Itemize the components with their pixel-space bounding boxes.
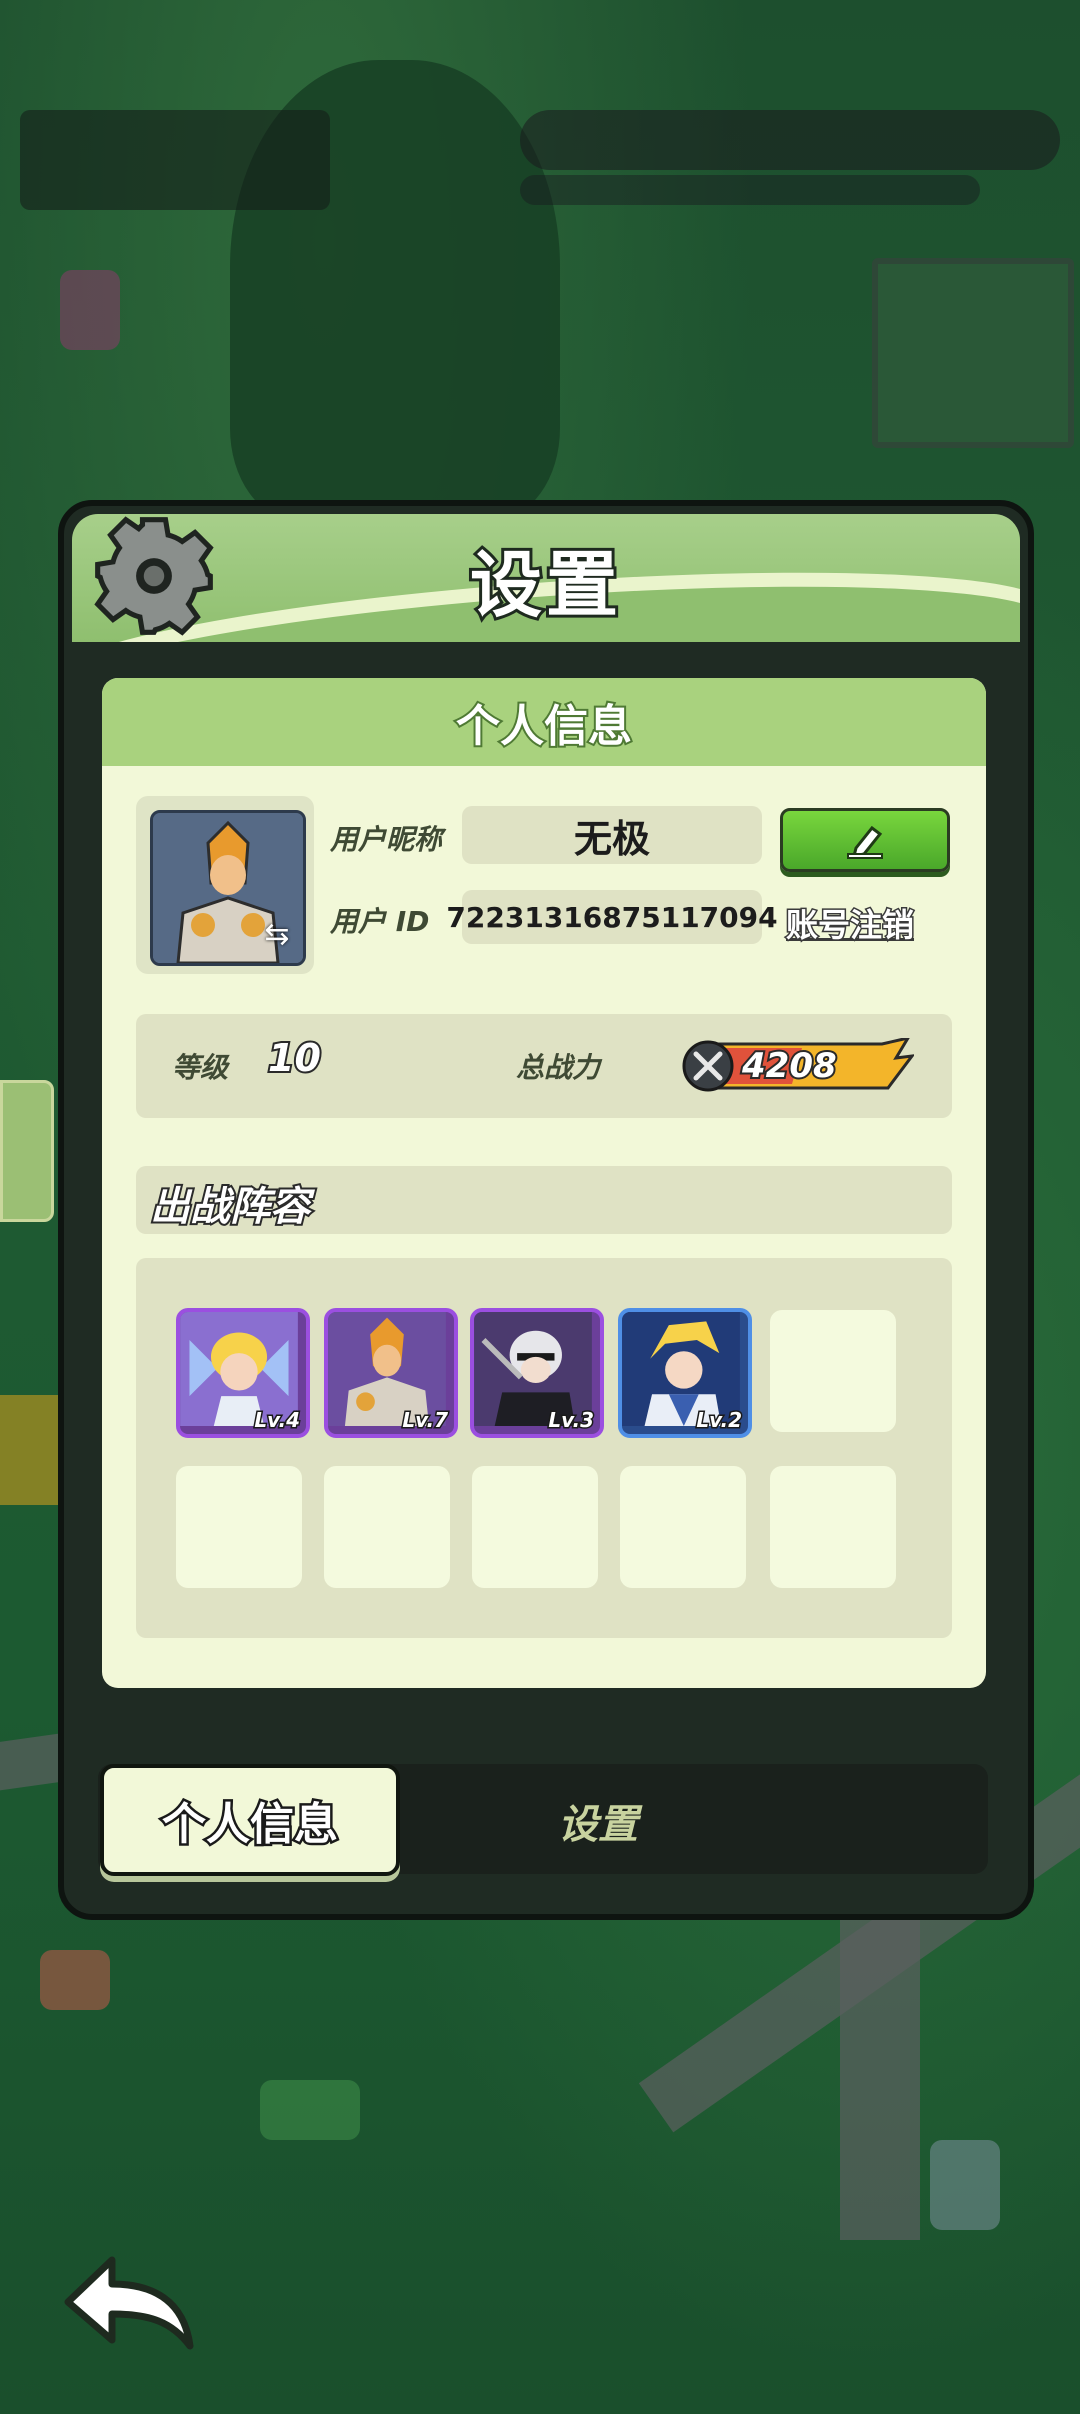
nickname-field: 无极: [462, 806, 762, 864]
lineup-slots: Lv.4 Lv.7 Lv.3 Lv.2: [136, 1258, 952, 1638]
hero-level: Lv.3: [547, 1407, 596, 1434]
settings-dialog: 设置 个人信息 ⇆ 用户昵称 无极 用户 ID 7223131687511709…: [58, 500, 1034, 1920]
user-id-label: 用户 ID: [330, 905, 430, 938]
user-id-value: 72231316875117094: [446, 900, 778, 934]
stats-row: 等级 10 总战力 4208: [136, 1014, 952, 1118]
power-badge: 4208: [682, 1038, 914, 1094]
empty-slot[interactable]: [770, 1310, 896, 1432]
nickname-label: 用户昵称: [330, 823, 443, 856]
resource-bar: [520, 110, 1060, 170]
avatar[interactable]: ⇆: [150, 810, 306, 966]
profile-section-title: 个人信息: [454, 699, 634, 754]
hero-level: Lv.7: [401, 1407, 450, 1434]
minimap: [872, 258, 1074, 448]
profile-section-header: 个人信息: [102, 678, 986, 766]
power-value: 4208: [740, 1044, 839, 1088]
tab-settings-label: 设置: [558, 1802, 638, 1848]
level-label: 等级: [172, 1051, 229, 1084]
power-label: 总战力: [516, 1051, 601, 1084]
hero-slot-1[interactable]: Lv.4: [176, 1308, 310, 1438]
level-value: 10: [266, 1034, 323, 1082]
profile-panel: 个人信息 ⇆ 用户昵称 无极 用户 ID 72231316875117094 账…: [102, 678, 986, 1688]
swap-icon: ⇆: [264, 917, 290, 952]
empty-slot[interactable]: [770, 1466, 896, 1588]
avatar-frame[interactable]: ⇆: [136, 796, 314, 974]
back-arrow-icon[interactable]: [60, 2250, 196, 2350]
side-menu-tab: [0, 1080, 54, 1222]
hero-slot-4[interactable]: Lv.2: [618, 1308, 752, 1438]
pencil-icon: [847, 825, 883, 859]
user-id-field: 72231316875117094: [446, 890, 778, 944]
hero-slot-3[interactable]: Lv.3: [470, 1308, 604, 1438]
nickname-value: 无极: [573, 816, 650, 861]
empty-slot[interactable]: [176, 1466, 302, 1588]
player-hud: [20, 110, 330, 210]
empty-slot[interactable]: [620, 1466, 746, 1588]
hero-slot-2[interactable]: Lv.7: [324, 1308, 458, 1438]
tab-bar: 个人信息 设置: [98, 1764, 988, 1876]
tab-profile-label: 个人信息: [160, 1797, 341, 1853]
lineup-header: 出战阵容: [136, 1166, 952, 1234]
dialog-title: 设置: [467, 540, 622, 630]
tab-profile[interactable]: 个人信息: [100, 1764, 400, 1876]
hero-level: Lv.4: [253, 1407, 302, 1434]
lineup-title: 出战阵容: [148, 1182, 312, 1232]
cancel-account-link[interactable]: 账号注销: [784, 900, 915, 946]
empty-slot[interactable]: [472, 1466, 598, 1588]
edit-nickname-button[interactable]: [780, 808, 950, 872]
tab-settings[interactable]: 设置: [498, 1786, 698, 1856]
empty-slot[interactable]: [324, 1466, 450, 1588]
hero-level: Lv.2: [695, 1407, 744, 1434]
